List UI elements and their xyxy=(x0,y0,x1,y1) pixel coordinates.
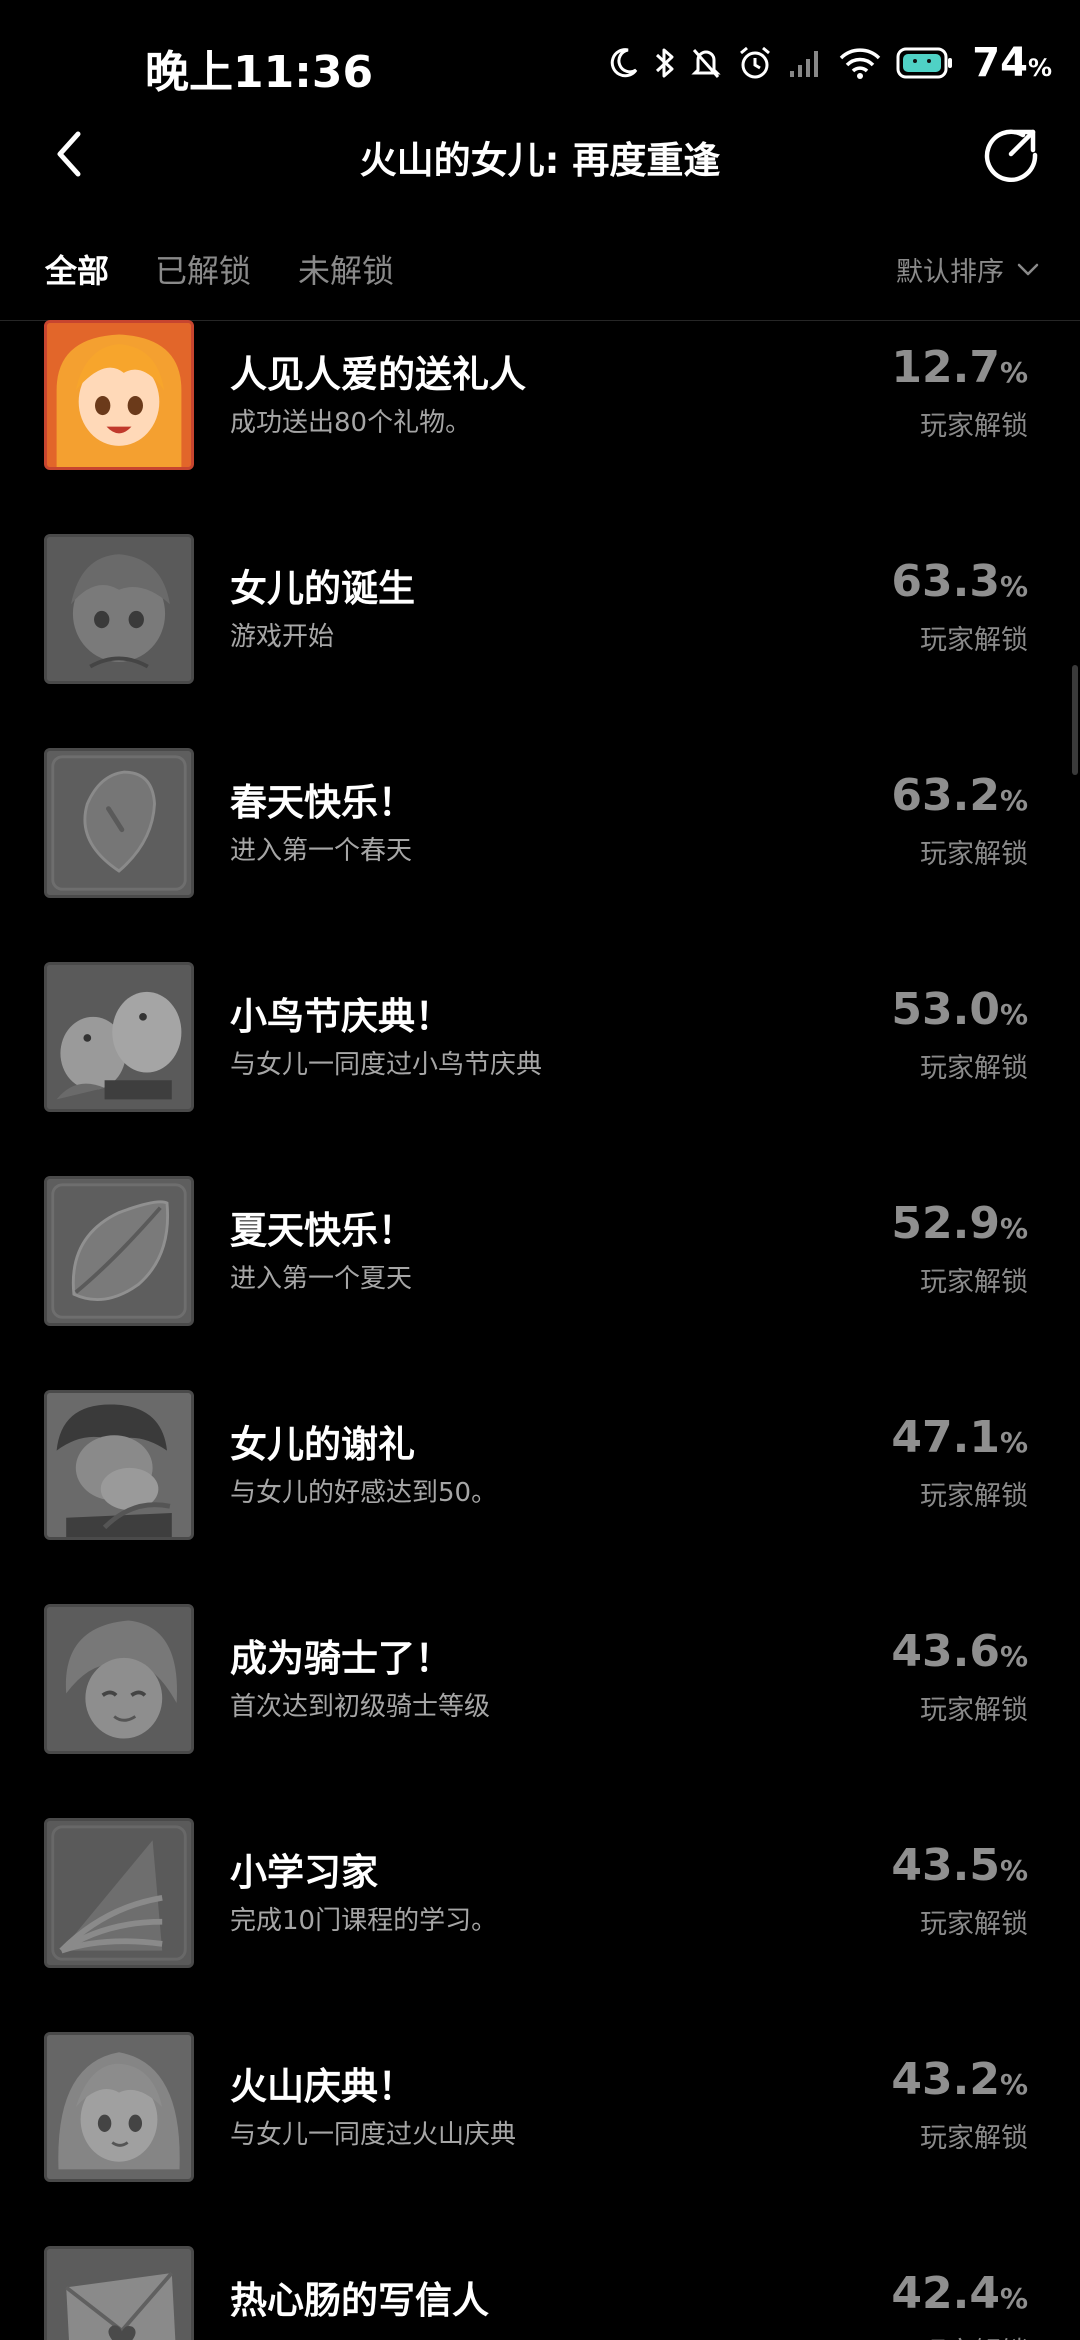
unlock-label: 玩家解锁 xyxy=(920,1053,1028,1084)
achievement-desc: 与女儿一同度过小鸟节庆典 xyxy=(230,1050,543,1080)
scrollbar[interactable] xyxy=(1072,665,1078,775)
unlock-percent: 42.4% xyxy=(891,2268,1028,2319)
header-bar: 火山的女儿: 再度重逢 xyxy=(0,110,1080,200)
list-item[interactable]: 女儿的诞生 游戏开始 63.3% 玩家解锁 xyxy=(0,534,1080,684)
unlock-percent: 53.0% xyxy=(891,984,1028,1035)
sort-label: 默认排序 xyxy=(896,257,1004,288)
leaf-icon xyxy=(44,1176,194,1326)
list-item[interactable]: 春天快乐！ 进入第一个春天 63.2% 玩家解锁 xyxy=(0,748,1080,898)
unlock-percent: 63.3% xyxy=(891,556,1028,607)
petal-icon xyxy=(44,748,194,898)
achievement-desc: 游戏开始 xyxy=(230,622,335,652)
unlock-label: 玩家解锁 xyxy=(920,2123,1028,2154)
bluetooth-icon xyxy=(654,45,676,81)
moon-icon xyxy=(606,46,640,80)
signal-icon xyxy=(788,47,824,79)
achievement-title: 成为骑士了！ xyxy=(230,1637,452,1680)
unlock-percent: 52.9% xyxy=(891,1198,1028,1249)
achievement-title: 热心肠的写信人 xyxy=(230,2279,489,2322)
achievement-title: 火山庆典！ xyxy=(230,2065,415,2108)
unlock-percent: 12.7% xyxy=(891,342,1028,393)
unlock-label: 玩家解锁 xyxy=(920,1481,1028,1512)
unlock-percent: 43.2% xyxy=(891,2054,1028,2105)
unlock-label: 玩家解锁 xyxy=(920,411,1028,442)
status-time: 晚上11:36 xyxy=(145,47,374,98)
wifi-icon xyxy=(838,46,882,80)
achievement-list: 人见人爱的送礼人 成功送出80个礼物。 12.7% 玩家解锁 女儿的诞生 游戏开… xyxy=(0,320,1080,2340)
achievement-title: 小鸟节庆典！ xyxy=(230,995,452,1038)
achievement-title: 春天快乐！ xyxy=(230,781,415,824)
alarm-icon xyxy=(736,44,774,82)
tab-locked[interactable]: 未解锁 xyxy=(298,246,394,292)
battery-level: 74% xyxy=(972,40,1052,86)
list-item[interactable]: 成为骑士了！ 首次达到初级骑士等级 43.6% 玩家解锁 xyxy=(0,1604,1080,1754)
achievement-desc: 进入第一个春天 xyxy=(230,836,413,866)
achievement-desc: 与女儿的好感达到50。 xyxy=(230,1478,498,1508)
achievement-title: 人见人爱的送礼人 xyxy=(230,353,526,396)
list-item[interactable]: 小学习家 完成10门课程的学习。 43.5% 玩家解锁 xyxy=(0,1818,1080,1968)
list-item[interactable]: 小鸟节庆典！ 与女儿一同度过小鸟节庆典 53.0% 玩家解锁 xyxy=(0,962,1080,1112)
achievement-desc: 进入第一个夏天 xyxy=(230,1264,413,1294)
festival-girl-icon xyxy=(44,2032,194,2182)
unlock-percent: 43.5% xyxy=(891,1840,1028,1891)
sort-dropdown[interactable]: 默认排序 xyxy=(896,250,1040,289)
status-icons: 74% xyxy=(606,38,1052,88)
achievement-desc: 首次达到初级骑士等级 xyxy=(230,1692,491,1722)
list-item[interactable]: 火山庆典！ 与女儿一同度过火山庆典 43.2% 玩家解锁 xyxy=(0,2032,1080,2182)
status-bar: 晚上11:36 74% xyxy=(0,0,1080,120)
unlock-label: 玩家解锁 xyxy=(920,1267,1028,1298)
share-button[interactable] xyxy=(980,124,1044,188)
unlock-percent: 63.2% xyxy=(891,770,1028,821)
chevron-down-icon xyxy=(1017,263,1039,275)
hug-icon xyxy=(44,1390,194,1540)
achievement-desc: 与女儿一同度过火山庆典 xyxy=(230,2120,517,2150)
tab-unlocked[interactable]: 已解锁 xyxy=(155,246,251,292)
letter-icon xyxy=(44,2246,194,2340)
achievement-title: 女儿的诞生 xyxy=(230,567,415,610)
unlock-label: 玩家解锁 xyxy=(920,2330,1028,2340)
list-item[interactable]: 人见人爱的送礼人 成功送出80个礼物。 12.7% 玩家解锁 xyxy=(0,320,1080,470)
battery-icon xyxy=(896,46,954,80)
mute-icon xyxy=(690,46,722,80)
unlock-label: 玩家解锁 xyxy=(920,839,1028,870)
achievement-title: 女儿的谢礼 xyxy=(230,1423,415,1466)
baby-icon xyxy=(44,534,194,684)
page-title: 火山的女儿: 再度重逢 xyxy=(359,139,721,182)
birds-icon xyxy=(44,962,194,1112)
achievement-desc: 成功送出80个礼物。 xyxy=(230,408,472,438)
achievement-title: 夏天快乐！ xyxy=(230,1209,415,1252)
unlock-percent: 47.1% xyxy=(891,1412,1028,1463)
list-item[interactable]: 热心肠的写信人 42.4% 玩家解锁 xyxy=(0,2246,1080,2340)
knight-icon xyxy=(44,1604,194,1754)
unlock-label: 玩家解锁 xyxy=(920,625,1028,656)
filter-tabs: 全部 已解锁 未解锁 默认排序 xyxy=(0,240,1080,321)
unlock-label: 玩家解锁 xyxy=(920,1909,1028,1940)
achievement-desc: 完成10门课程的学习。 xyxy=(230,1906,498,1936)
share-icon xyxy=(984,129,1038,182)
achievement-title: 小学习家 xyxy=(230,1851,378,1894)
unlock-percent: 43.6% xyxy=(891,1626,1028,1677)
unlock-label: 玩家解锁 xyxy=(920,1695,1028,1726)
tab-all[interactable]: 全部 xyxy=(45,246,109,292)
book-icon xyxy=(44,1818,194,1968)
list-item[interactable]: 女儿的谢礼 与女儿的好感达到50。 47.1% 玩家解锁 xyxy=(0,1390,1080,1540)
girl-portrait-icon xyxy=(44,320,194,470)
list-item[interactable]: 夏天快乐！ 进入第一个夏天 52.9% 玩家解锁 xyxy=(0,1176,1080,1326)
